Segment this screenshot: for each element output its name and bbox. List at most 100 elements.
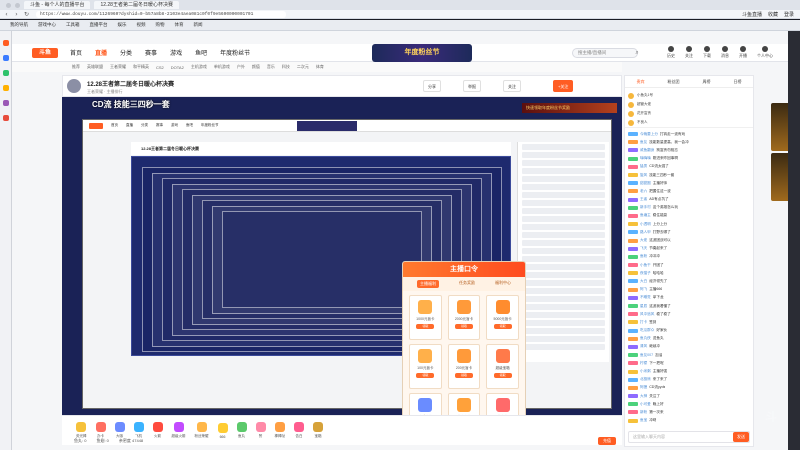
- browser-tool[interactable]: 收藏: [768, 11, 778, 18]
- claim-button[interactable]: 领取: [493, 324, 512, 329]
- reward-card[interactable]: 100元盲卡 领取: [409, 344, 442, 389]
- category-link[interactable]: 颜值: [252, 64, 260, 70]
- bookmark-link[interactable]: 游戏中心: [38, 22, 56, 28]
- refresh-icon[interactable]: ↻: [23, 11, 30, 18]
- chat-tab[interactable]: 贵宾: [637, 79, 645, 85]
- category-link[interactable]: 单机游戏: [214, 64, 230, 70]
- category-link[interactable]: DOTA2: [171, 65, 184, 70]
- category-link[interactable]: 王者荣耀: [110, 64, 126, 70]
- chat-username[interactable]: 甜甜圈: [640, 181, 651, 186]
- chat-username[interactable]: 风中追风: [640, 312, 654, 317]
- browser-tab[interactable]: 12.28王者第二届冬日暖心杯决赛: [94, 1, 179, 9]
- header-icon-button[interactable]: 个人中心: [757, 46, 773, 59]
- chat-tab[interactable]: 粉丝团: [668, 79, 680, 85]
- reward-card[interactable]: 荧光棒领取: [486, 393, 519, 415]
- follow-count-button[interactable]: 关注: [503, 80, 521, 92]
- chat-username[interactable]: 新粉: [640, 410, 647, 415]
- chat-username[interactable]: 柠檬: [640, 361, 647, 366]
- claim-button[interactable]: 领取: [454, 373, 473, 378]
- chat-username[interactable]: 夜猫子: [640, 271, 651, 276]
- chat-username[interactable]: 吃瓜群众: [640, 328, 654, 333]
- chat-username[interactable]: 大白: [640, 279, 647, 284]
- window-dot[interactable]: [15, 2, 20, 8]
- video-player[interactable]: CD流 技能三四秒一套 快速领取年度粉丝节奖励 首页 直播 分类 赛事 游戏 鱼吧 年度粉丝…: [62, 97, 622, 415]
- dock-app-icon[interactable]: [3, 115, 9, 121]
- dock-app-icon[interactable]: [3, 85, 9, 91]
- bookmark-link[interactable]: 体育: [175, 22, 184, 28]
- chat-username[interactable]: 鱼友007: [640, 353, 653, 358]
- dock-app-icon[interactable]: [3, 40, 9, 46]
- chat-username[interactable]: 新手村: [640, 205, 651, 210]
- reward-card[interactable]: 200元盲卡 领取: [447, 344, 481, 389]
- fan-festival-banner[interactable]: 年度粉丝节: [372, 44, 472, 62]
- chat-username[interactable]: 大佬: [640, 238, 647, 243]
- bookmark-link[interactable]: 工具箱: [66, 22, 80, 28]
- bookmark-link[interactable]: 我的导航: [10, 22, 28, 28]
- chat-username[interactable]: 打卡: [640, 320, 647, 325]
- chat-username[interactable]: 不睡觉: [640, 295, 651, 300]
- category-link[interactable]: 和平精英: [133, 64, 149, 70]
- popup-tab[interactable]: 任务奖励: [459, 280, 475, 288]
- reward-card[interactable]: 超级宝箱 领取: [486, 344, 519, 389]
- category-link[interactable]: 科技: [282, 64, 290, 70]
- chat-username[interactable]: 飞天: [640, 246, 647, 251]
- chat-tab[interactable]: 周榜: [703, 79, 711, 85]
- category-link[interactable]: 二次元: [297, 64, 309, 70]
- claim-button[interactable]: 领取: [493, 373, 512, 378]
- popup-tab[interactable]: 福利中心: [495, 280, 511, 288]
- reward-card[interactable]: 2000元盲卡 领取: [447, 295, 481, 340]
- reward-card[interactable]: 1000元盲卡 领取: [409, 295, 442, 340]
- chat-username[interactable]: 清风: [640, 344, 647, 349]
- reward-card[interactable]: 黄金宝箱领取: [447, 393, 481, 415]
- category-link[interactable]: 主机游戏: [191, 64, 207, 70]
- header-icon-button[interactable]: 关注: [685, 46, 693, 59]
- rank-row[interactable]: 不良人: [628, 118, 750, 127]
- chat-username[interactable]: 小透明: [640, 222, 651, 227]
- share-button[interactable]: 分享: [423, 80, 441, 92]
- chat-username[interactable]: 鱼塘主: [640, 213, 651, 218]
- category-link[interactable]: 推荐: [72, 64, 80, 70]
- chat-username[interactable]: 路人甲: [640, 230, 651, 235]
- recharge-button[interactable]: 充值: [598, 437, 616, 445]
- nav-item[interactable]: 年度粉丝节: [220, 48, 250, 57]
- chat-username[interactable]: 鱼粉: [640, 254, 647, 259]
- nav-item[interactable]: 赛事: [145, 48, 157, 57]
- window-dot[interactable]: [6, 2, 11, 8]
- back-icon[interactable]: ‹: [3, 11, 10, 18]
- chat-username[interactable]: 星辰: [640, 304, 647, 309]
- category-link[interactable]: 音乐: [267, 64, 275, 70]
- chat-username[interactable]: 小米粥: [640, 369, 651, 374]
- send-button[interactable]: 发送: [733, 432, 749, 442]
- header-icon-button[interactable]: 消息: [721, 46, 729, 59]
- chat-username[interactable]: 小可爱: [640, 402, 651, 407]
- chat-username[interactable]: 鱼丸侠: [640, 336, 651, 341]
- claim-button[interactable]: 领取: [416, 373, 435, 378]
- rank-row[interactable]: 花开富贵: [628, 109, 750, 118]
- bookmark-link[interactable]: 购物: [156, 22, 165, 28]
- header-icon-button[interactable]: 历史: [667, 46, 675, 59]
- category-link[interactable]: 体育: [316, 64, 324, 70]
- nav-item[interactable]: 直播: [95, 48, 107, 57]
- bookmark-link[interactable]: 直播平台: [90, 22, 108, 28]
- chat-username[interactable]: 老六: [640, 189, 647, 194]
- rank-row[interactable]: 小鱼丸1号: [628, 91, 750, 100]
- reward-card[interactable]: 5000元盲卡 领取: [486, 295, 519, 340]
- browser-tool[interactable]: 斗鱼直播: [742, 11, 762, 18]
- category-link[interactable]: 户外: [237, 64, 245, 70]
- browser-tool[interactable]: 登录: [784, 11, 794, 18]
- nav-item[interactable]: 鱼吧: [195, 48, 207, 57]
- forward-icon[interactable]: ›: [13, 11, 20, 18]
- report-button[interactable]: 举报: [463, 80, 481, 92]
- chat-username[interactable]: 北极熊: [640, 377, 651, 382]
- header-icon-button[interactable]: 开播: [739, 46, 747, 59]
- dock-app-icon[interactable]: [3, 55, 9, 61]
- url-input[interactable]: https://www.douyu.com/1126960?dyshid=0-b…: [36, 10, 286, 18]
- popup-tab[interactable]: 主播福利: [417, 280, 439, 288]
- bookmark-link[interactable]: 娱乐: [118, 22, 127, 28]
- chat-input[interactable]: 这里输入聊天内容: [628, 431, 750, 443]
- chat-username[interactable]: 小鱼干: [640, 263, 651, 268]
- chat-username[interactable]: 大神: [640, 394, 647, 399]
- chat-username[interactable]: 鱼宝: [640, 418, 647, 423]
- chat-username[interactable]: 王者: [640, 197, 647, 202]
- chat-username[interactable]: 咸鱼翻身: [640, 148, 654, 153]
